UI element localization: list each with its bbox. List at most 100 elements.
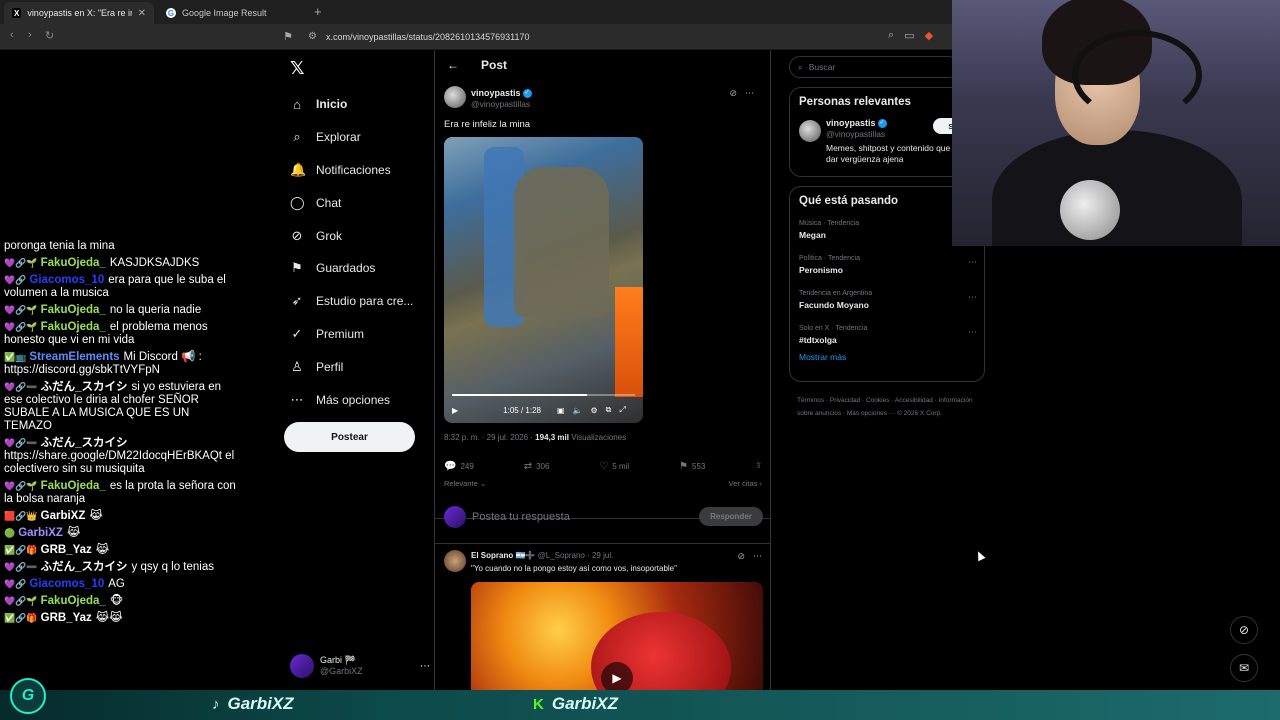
site-info-icon[interactable]: ⚙ xyxy=(308,31,317,42)
trend-item[interactable]: Solo en X · Tendencia #tdtxolga ⋯ xyxy=(799,325,977,345)
nav-item-notificaciones[interactable]: 🔔 Notificaciones xyxy=(290,154,413,187)
nav-item-explorar[interactable]: ⌕ Explorar xyxy=(290,121,413,154)
nav-icon: ◯ xyxy=(290,194,305,210)
address-bar[interactable]: ⚙ x.com/vinoypastillas/status/2082610134… xyxy=(300,27,880,47)
trend-category: Música · Tendencia xyxy=(799,220,860,227)
x-logo-icon[interactable]: 𝕏 xyxy=(290,58,305,79)
chat-message: poronga tenia la mina xyxy=(0,240,240,255)
back-arrow-icon[interactable]: ‹ xyxy=(10,29,14,41)
nav-item-guardados[interactable]: ⚑ Guardados xyxy=(290,252,413,285)
chat-badges-icon: 💜🔗🌱 xyxy=(4,258,38,268)
bookmark-button[interactable]: ⚑ 553 xyxy=(679,461,705,472)
volume-icon[interactable]: 🔈 xyxy=(573,406,583,415)
nav-label: Grok xyxy=(316,228,343,243)
grok-float-button[interactable]: ⊘ xyxy=(1230,616,1258,644)
trend-name: #tdtxolga xyxy=(799,335,837,345)
view-quotes-link[interactable]: Ver citas › xyxy=(729,479,762,488)
back-arrow-icon[interactable]: ← xyxy=(447,58,459,72)
chat-badges-icon: 💜🔗🌱 xyxy=(4,305,38,315)
nav-item-premium[interactable]: ✓ Premium xyxy=(290,318,413,351)
relevant-user-handle: @vinoypastillas xyxy=(826,129,886,139)
nav-icon: ⌂ xyxy=(293,96,301,112)
nav-item-grok[interactable]: ⊘ Grok xyxy=(290,219,413,252)
trend-item[interactable]: Música · Tendencia Megan xyxy=(799,220,977,240)
verified-badge-icon: ✓ xyxy=(522,89,532,99)
zoom-icon[interactable]: ⌕ xyxy=(888,29,894,42)
tweet-author-name[interactable]: vinoypastis ✓ xyxy=(471,88,532,99)
url-text: x.com/vinoypastillas/status/208261013457… xyxy=(326,32,530,42)
chat-text: AG xyxy=(108,578,125,590)
tweet-author-handle[interactable]: @vinoypastillas xyxy=(471,99,530,109)
repost-button[interactable]: ⇄ 306 xyxy=(524,461,550,472)
play-icon[interactable]: ▶ xyxy=(601,662,633,690)
search-input[interactable]: ⌕ Buscar xyxy=(789,56,959,78)
tiktok-handle: ♪ GarbiXZ xyxy=(212,694,294,713)
relevant-user-name[interactable]: vinoypastis ✓ xyxy=(826,118,887,129)
fullscreen-icon[interactable]: ⤢ xyxy=(619,405,625,415)
tab-google-image[interactable]: G Google Image Result xyxy=(158,2,308,24)
nav-label: Notificaciones xyxy=(316,162,391,177)
captions-icon[interactable]: ▣ xyxy=(557,406,565,415)
tweet-date: 8:32 p. m. · 29 jul. 2026 · xyxy=(444,433,536,442)
more-icon[interactable]: ⋯ xyxy=(753,551,762,562)
more-icon[interactable]: ⋯ xyxy=(968,257,977,268)
footer-links[interactable]: Términos · Privacidad · Cookies · Accesi… xyxy=(797,394,987,420)
nav-icon: 🔔 xyxy=(290,161,307,177)
nav-item-chat[interactable]: ◯ Chat xyxy=(290,186,413,219)
repost-icon: ⇄ xyxy=(523,461,533,472)
sort-dropdown[interactable]: Relevante ⌄ xyxy=(444,479,486,488)
new-tab-button[interactable]: + xyxy=(314,4,322,19)
post-button[interactable]: Postear xyxy=(284,422,415,452)
stream-bottom-bar xyxy=(0,690,1280,720)
avatar[interactable] xyxy=(444,550,466,572)
nav-item-estudio-para-cre[interactable]: ➶ Estudio para cre... xyxy=(290,285,414,318)
extension-icon[interactable]: ◆ xyxy=(925,29,933,42)
divider xyxy=(435,543,770,544)
like-button[interactable]: ♡ 5 mil xyxy=(599,461,629,472)
nav-item-más-opciones[interactable]: ⋯ Más opciones xyxy=(290,383,413,416)
nav-item-inicio[interactable]: ⌂ Inicio xyxy=(290,88,413,121)
show-more-link[interactable]: Mostrar más xyxy=(799,352,846,362)
trend-name: Megan xyxy=(799,230,826,240)
play-icon[interactable]: ▶ xyxy=(452,406,458,415)
pip-icon[interactable]: ⧉ xyxy=(606,405,612,415)
video-progress-bar[interactable] xyxy=(452,394,635,396)
forward-arrow-icon[interactable]: › xyxy=(28,29,32,41)
reply-video[interactable]: ▶ xyxy=(471,582,763,690)
reload-icon[interactable]: ↻ xyxy=(45,29,54,42)
video-frame-bag xyxy=(615,287,643,397)
grok-icon[interactable]: ⊘ xyxy=(737,551,745,562)
more-icon[interactable]: ⋯ xyxy=(745,88,754,99)
video-time: 1:05 / 1:28 xyxy=(503,405,541,415)
avatar[interactable] xyxy=(444,86,466,108)
reply-button[interactable]: 💬 249 xyxy=(444,461,474,472)
settings-icon[interactable]: ⚙ xyxy=(591,406,598,415)
cast-icon[interactable]: ▭ xyxy=(904,29,914,42)
trend-item[interactable]: Política · Tendencia Peronismo ⋯ xyxy=(799,255,977,275)
chat-message: 🟥🔗👑 GarbiXZ 😹 xyxy=(0,508,240,525)
avatar[interactable] xyxy=(799,120,821,142)
grok-icon[interactable]: ⊘ xyxy=(729,88,737,99)
nav-item-perfil[interactable]: ♙ Perfil xyxy=(290,350,413,383)
tab-x-post[interactable]: X vinoypastis en X: "Era re infeliz la ✕ xyxy=(4,2,154,24)
tweet-meta: 8:32 p. m. · 29 jul. 2026 · 194,3 mil Vi… xyxy=(444,433,626,442)
reply-input[interactable]: Postea tu respuesta xyxy=(472,511,570,523)
reply-author-name[interactable]: El Soprano 🇦🇷➕ xyxy=(471,551,535,560)
mouse-cursor xyxy=(974,549,986,562)
chat-text: 😹 xyxy=(89,510,103,522)
close-icon[interactable]: ✕ xyxy=(138,8,146,19)
reply-icon: 💬 xyxy=(444,461,457,472)
more-icon: ⋯ xyxy=(420,660,430,672)
account-switcher[interactable]: Garbi 🏁 @GarbiXZ ⋯ xyxy=(290,652,430,680)
trend-item[interactable]: Tendencia en Argentina Facundo Moyano ⋯ xyxy=(799,290,977,310)
messages-float-button[interactable]: ✉ xyxy=(1230,654,1258,682)
video-player[interactable]: ▶ 1:05 / 1:28 ▣ 🔈 ⚙ ⧉ ⤢ xyxy=(444,137,643,423)
share-icon[interactable]: ⇪ xyxy=(755,461,762,472)
bookmark-star-icon[interactable]: ⚑ xyxy=(283,30,293,43)
reply-submit-button[interactable]: Responder xyxy=(699,507,763,526)
more-icon[interactable]: ⋯ xyxy=(968,327,977,338)
chat-badges-icon: 💜🔗 xyxy=(4,579,27,589)
chat-text: KASJDKSAJDKS xyxy=(109,257,200,269)
video-controls: ▶ 1:05 / 1:28 ▣ 🔈 ⚙ ⧉ ⤢ xyxy=(452,403,635,417)
more-icon[interactable]: ⋯ xyxy=(968,292,977,303)
